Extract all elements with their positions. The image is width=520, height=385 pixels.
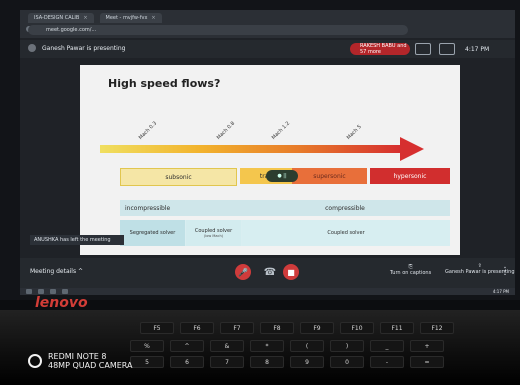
coupled-solver-label: Coupled solver: [327, 230, 365, 236]
windows-start-icon[interactable]: [26, 289, 32, 294]
search-icon[interactable]: [38, 289, 44, 294]
attendee-text: RAKESH BABU and 57 more: [360, 43, 407, 55]
key: (: [290, 340, 324, 352]
key: +: [410, 340, 444, 352]
laptop-screen-bezel: ISA-DESIGN CALIB × Meet - mvjfw-fvx × me…: [0, 0, 520, 300]
key: F9: [300, 322, 334, 334]
arrow-line: [100, 145, 400, 153]
meet-controls-bar: Meeting details ^ 🎤 ☎ ■ ⎘ Turn on captio…: [20, 258, 515, 288]
key: -: [370, 356, 404, 368]
regime-bands: subsonic tran supersonic hypersonic ● ||: [120, 168, 450, 186]
os-taskbar: 4:17 PM: [20, 288, 515, 295]
coupled-solver: Coupled solver: [242, 220, 450, 246]
key: 0: [330, 356, 364, 368]
segregated-solver-label: Segregated solver: [129, 230, 176, 236]
presenting-pill-text: ● ||: [277, 173, 287, 179]
key: F7: [220, 322, 254, 334]
address-text: meet.google.com/...: [46, 27, 97, 33]
key: 5: [130, 356, 164, 368]
key: F6: [180, 322, 214, 334]
key: =: [410, 356, 444, 368]
band-supersonic: supersonic: [292, 168, 367, 184]
key: F5: [140, 322, 174, 334]
attendee-pill[interactable]: RAKESH BABU and 57 more: [350, 43, 410, 55]
camera-icon: [28, 354, 42, 368]
browser-tab[interactable]: ISA-DESIGN CALIB ×: [28, 13, 94, 23]
incompressible-label: incompressible: [125, 204, 171, 212]
taskbar-time: 4:17 PM: [492, 289, 509, 294]
mach-arrow: [100, 137, 424, 162]
close-icon[interactable]: ×: [83, 15, 87, 21]
task-view-icon[interactable]: [50, 289, 56, 294]
mic-toggle[interactable]: 🎤: [235, 264, 251, 280]
segregated-solver: Segregated solver: [120, 220, 185, 246]
presentation-slide: High speed flows? Mach 0.3 Mach 0.8 Mach…: [80, 65, 460, 255]
keyboard: F5 F6 F7 F8 F9 F10 F11 F12 % ^ & * ( ) _…: [10, 322, 510, 380]
key: _: [370, 340, 404, 352]
meeting-details-button[interactable]: Meeting details ^: [30, 268, 83, 275]
chrome-icon[interactable]: [62, 289, 68, 294]
more-options-button[interactable]: ⋮: [500, 266, 510, 277]
key: &: [210, 340, 244, 352]
key: F12: [420, 322, 454, 334]
key: F11: [380, 322, 414, 334]
presenter-text: Ganesh Pawar is presenting: [42, 44, 126, 52]
key: 9: [290, 356, 324, 368]
captions-button[interactable]: ⎘ Turn on captions: [390, 264, 431, 276]
presenter-indicator: Ganesh Pawar is presenting: [28, 44, 125, 52]
compressibility-row: incompressible compressible: [120, 200, 450, 216]
compressible-label: compressible: [325, 204, 365, 212]
mic-off-icon: 🎤: [238, 267, 248, 277]
meeting-toast: ANUSHKA has left the meeting: [30, 235, 124, 245]
coupled-solver-low-mach: Coupled solver (low Mach): [186, 220, 241, 246]
hangup-button[interactable]: ☎: [262, 264, 278, 280]
laptop-screen: ISA-DESIGN CALIB × Meet - mvjfw-fvx × me…: [20, 10, 515, 295]
camera-watermark: REDMI NOTE 8 48MP QUAD CAMERA: [28, 352, 133, 370]
watermark-line1: REDMI NOTE 8: [48, 352, 107, 361]
presenting-indicator: ● ||: [266, 170, 298, 182]
meet-top-icons: 4:17 PM: [415, 43, 489, 55]
key: 6: [170, 356, 204, 368]
browser-chrome: ISA-DESIGN CALIB × Meet - mvjfw-fvx × me…: [20, 10, 515, 38]
tab-label: Meet - mvjfw-fvx: [105, 15, 148, 21]
key: *: [250, 340, 284, 352]
chat-icon[interactable]: [439, 43, 455, 55]
key: F10: [340, 322, 374, 334]
camera-toggle[interactable]: ■: [283, 264, 299, 280]
tab-label: ISA-DESIGN CALIB: [34, 15, 80, 21]
coupled-solver-note: (low Mach): [203, 234, 224, 238]
watermark-line2: 48MP QUAD CAMERA: [48, 361, 133, 370]
key: %: [130, 340, 164, 352]
key: ^: [170, 340, 204, 352]
watermark-text: REDMI NOTE 8 48MP QUAD CAMERA: [48, 352, 133, 370]
browser-tabs: ISA-DESIGN CALIB × Meet - mvjfw-fvx ×: [28, 13, 162, 23]
browser-tab[interactable]: Meet - mvjfw-fvx ×: [99, 13, 162, 23]
slide-title: High speed flows?: [108, 77, 221, 90]
key: F8: [260, 322, 294, 334]
band-hypersonic: hypersonic: [370, 168, 450, 184]
captions-label: Turn on captions: [390, 270, 432, 276]
close-icon[interactable]: ×: [151, 15, 155, 21]
arrow-head: [400, 137, 424, 161]
solver-row: Segregated solver Coupled solver (low Ma…: [120, 220, 450, 246]
brand-logo: lenovo: [35, 295, 88, 311]
phone-icon: ☎: [263, 266, 277, 278]
people-icon[interactable]: [415, 43, 431, 55]
meeting-time: 4:17 PM: [465, 45, 490, 53]
avatar: [28, 44, 36, 52]
meet-top-bar: Ganesh Pawar is presenting RAKESH BABU a…: [20, 40, 515, 58]
key: 8: [250, 356, 284, 368]
key: ): [330, 340, 364, 352]
camera-off-icon: ■: [287, 267, 295, 277]
key: 7: [210, 356, 244, 368]
band-subsonic: subsonic: [120, 168, 237, 186]
more-icon: ⋮: [500, 266, 510, 277]
address-bar[interactable]: meet.google.com/...: [28, 25, 408, 35]
